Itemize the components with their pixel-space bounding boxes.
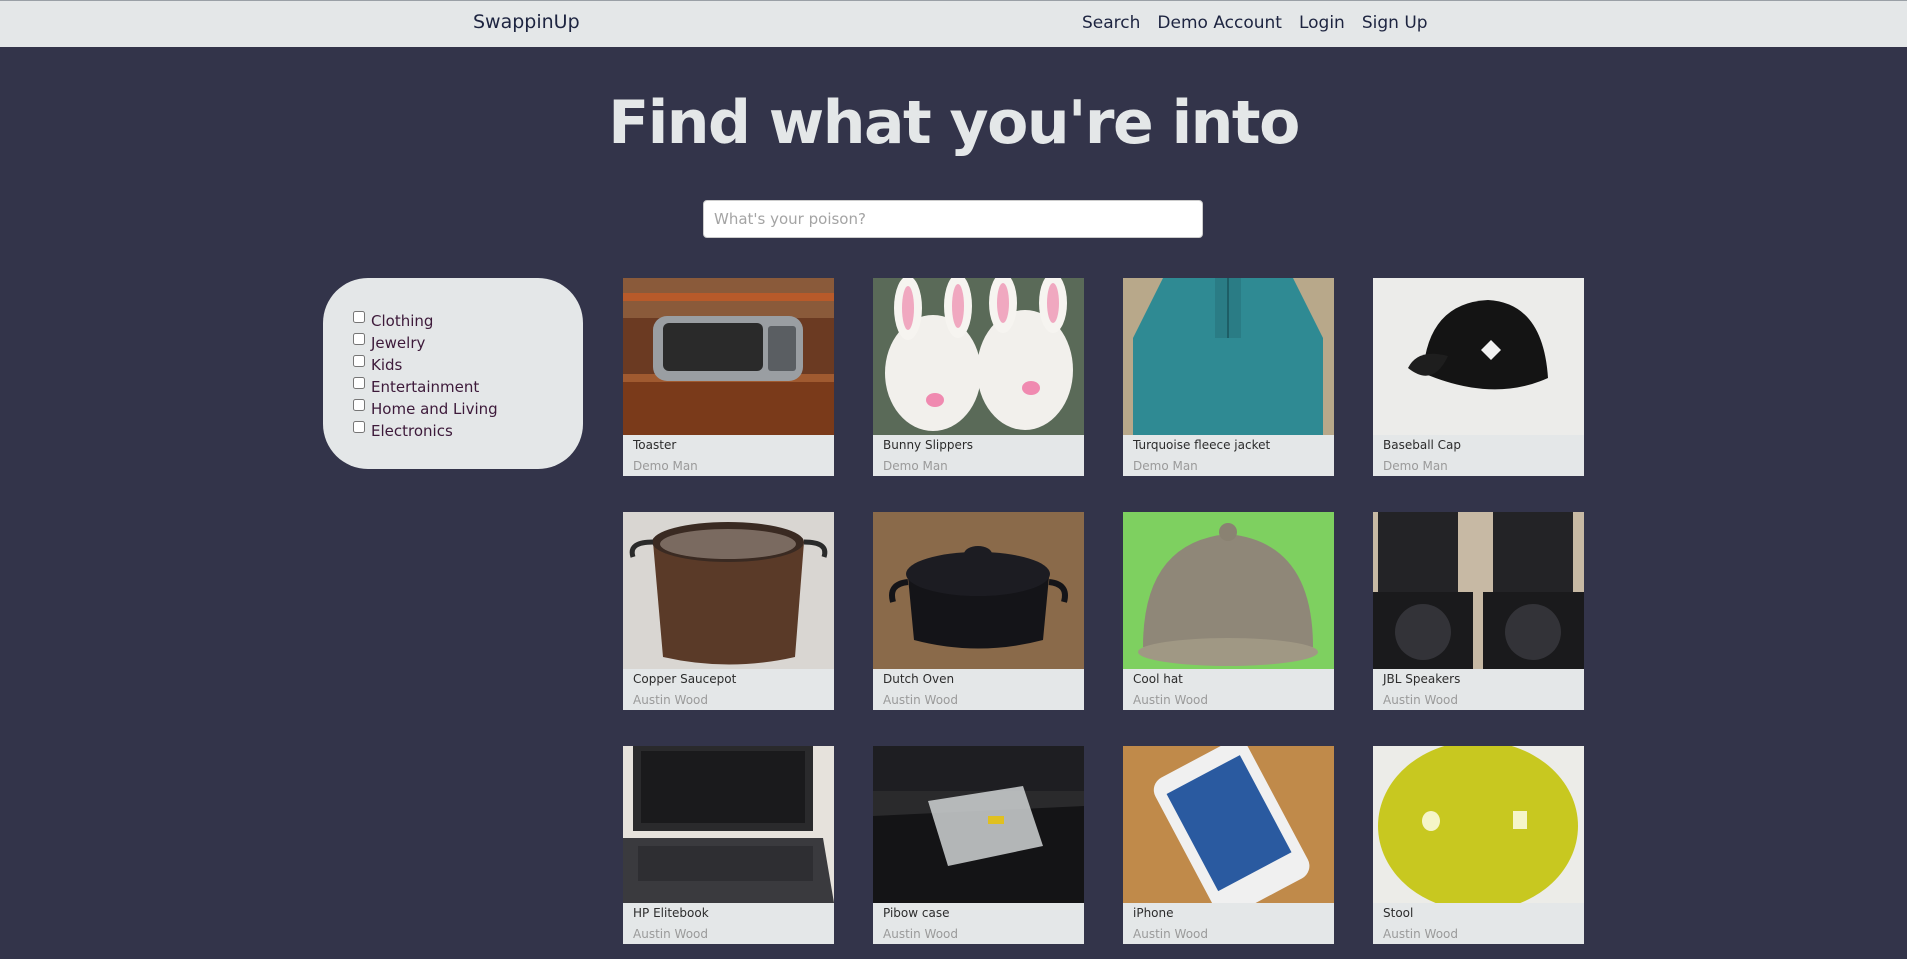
item-owner: Austin Wood: [883, 927, 958, 941]
pi-case-image: [873, 746, 1084, 903]
item-card[interactable]: HP Elitebook Austin Wood: [623, 746, 834, 944]
item-card[interactable]: Turquoise fleece jacket Demo Man: [1123, 278, 1334, 476]
top-navbar: SwappinUp Search Demo Account Login Sign…: [0, 0, 1907, 47]
dutch-oven-image: [873, 512, 1084, 669]
filter-item-kids: Kids: [353, 354, 583, 376]
copper-saucepot-image: [623, 512, 834, 669]
item-owner: Demo Man: [1383, 459, 1448, 473]
item-card[interactable]: Pibow case Austin Wood: [873, 746, 1084, 944]
filter-checkbox-kids[interactable]: [353, 355, 365, 367]
item-card[interactable]: Baseball Cap Demo Man: [1373, 278, 1584, 476]
item-owner: Austin Wood: [633, 927, 708, 941]
item-grid: Toaster Demo Man Bunny Slippers Demo Man: [623, 278, 1584, 944]
filter-checkbox-clothing[interactable]: [353, 311, 365, 323]
filter-label-electronics[interactable]: Electronics: [371, 422, 453, 440]
filter-item-jewelry: Jewelry: [353, 332, 583, 354]
item-title: Copper Saucepot: [633, 672, 737, 686]
filter-item-clothing: Clothing: [353, 310, 583, 332]
item-owner: Austin Wood: [1133, 693, 1208, 707]
item-card[interactable]: iPhone Austin Wood: [1123, 746, 1334, 944]
brand-logo-link[interactable]: SwappinUp: [473, 11, 580, 33]
item-owner: Demo Man: [1133, 459, 1198, 473]
stool-image: [1373, 746, 1584, 903]
item-card[interactable]: Bunny Slippers Demo Man: [873, 278, 1084, 476]
item-title: Dutch Oven: [883, 672, 955, 686]
item-card[interactable]: Dutch Oven Austin Wood: [873, 512, 1084, 710]
filter-label-entertainment[interactable]: Entertainment: [371, 378, 479, 396]
baseball-cap-image: [1373, 278, 1584, 435]
hero-title: Find what you're into: [608, 88, 1300, 158]
item-owner: Austin Wood: [883, 693, 958, 707]
item-card[interactable]: Stool Austin Wood: [1373, 746, 1584, 944]
filter-checkbox-jewelry[interactable]: [353, 333, 365, 345]
speakers-image: [1373, 512, 1584, 669]
pith-helmet-image: [1123, 512, 1334, 669]
nav-signup-link[interactable]: Sign Up: [1362, 13, 1428, 33]
nav-demo-account-link[interactable]: Demo Account: [1157, 13, 1282, 33]
filter-item-home-and-living: Home and Living: [353, 398, 583, 420]
item-title: Bunny Slippers: [883, 438, 974, 452]
filter-item-electronics: Electronics: [353, 420, 583, 442]
filter-label-jewelry[interactable]: Jewelry: [371, 334, 425, 352]
item-owner: Demo Man: [633, 459, 698, 473]
item-owner: Demo Man: [883, 459, 948, 473]
item-title: Pibow case: [883, 906, 950, 920]
item-card[interactable]: Copper Saucepot Austin Wood: [623, 512, 834, 710]
nav-links: Search Demo Account Login Sign Up: [1082, 13, 1445, 33]
filter-label-kids[interactable]: Kids: [371, 356, 402, 374]
item-title: JBL Speakers: [1383, 672, 1461, 686]
filter-checkbox-home-and-living[interactable]: [353, 399, 365, 411]
item-title: Baseball Cap: [1383, 438, 1462, 452]
item-title: Toaster: [633, 438, 677, 452]
category-filter-panel: Clothing Jewelry Kids Entertainment Home…: [323, 278, 583, 469]
item-title: Turquoise fleece jacket: [1133, 438, 1271, 452]
item-card[interactable]: JBL Speakers Austin Wood: [1373, 512, 1584, 710]
filter-label-clothing[interactable]: Clothing: [371, 312, 433, 330]
filter-item-entertainment: Entertainment: [353, 376, 583, 398]
item-owner: Austin Wood: [1383, 927, 1458, 941]
item-owner: Austin Wood: [1133, 927, 1208, 941]
nav-search-link[interactable]: Search: [1082, 13, 1140, 33]
item-owner: Austin Wood: [633, 693, 708, 707]
item-owner: Austin Wood: [1383, 693, 1458, 707]
item-title: Cool hat: [1133, 672, 1183, 686]
item-title: HP Elitebook: [633, 906, 709, 920]
filter-label-home-and-living[interactable]: Home and Living: [371, 400, 498, 418]
filter-checkbox-entertainment[interactable]: [353, 377, 365, 389]
fleece-jacket-image: [1123, 278, 1334, 435]
bunny-slippers-image: [873, 278, 1084, 435]
filter-checkbox-electronics[interactable]: [353, 421, 365, 433]
nav-login-link[interactable]: Login: [1299, 13, 1345, 33]
search-input[interactable]: [703, 200, 1203, 238]
item-card[interactable]: Toaster Demo Man: [623, 278, 834, 476]
laptop-image: [623, 746, 834, 903]
toaster-image: [623, 278, 834, 435]
item-title: iPhone: [1133, 906, 1174, 920]
item-title: Stool: [1383, 906, 1414, 920]
item-card[interactable]: Cool hat Austin Wood: [1123, 512, 1334, 710]
iphone-image: [1123, 746, 1334, 903]
